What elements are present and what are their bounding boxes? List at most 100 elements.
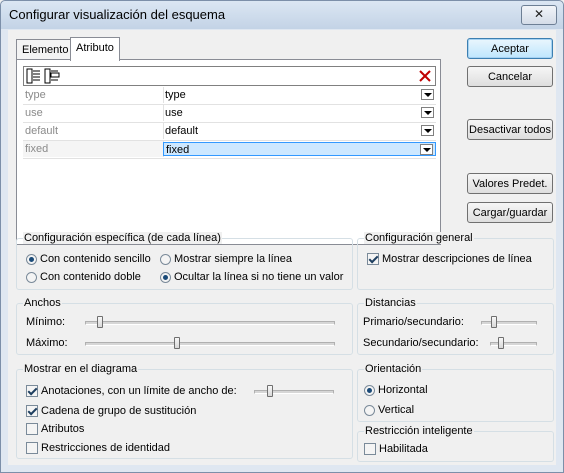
slider-thumb[interactable] xyxy=(491,316,497,328)
primary-secondary-slider[interactable] xyxy=(481,316,537,328)
horizontal-label: Horizontal xyxy=(378,384,428,396)
delete-icon[interactable] xyxy=(417,68,433,84)
substitution-label: Cadena de grupo de sustitución xyxy=(41,405,197,417)
attribute-row-fixed[interactable]: fixed fixed xyxy=(23,141,436,159)
max-width-slider[interactable] xyxy=(85,337,335,349)
checkbox-checked[interactable] xyxy=(367,253,379,266)
checkbox-unchecked[interactable] xyxy=(364,443,376,456)
tab-elemento[interactable]: Elemento xyxy=(16,39,75,60)
hide-if-no-value-radio[interactable]: Ocultar la línea si no tiene un valor xyxy=(160,270,343,284)
chevron-down-icon[interactable] xyxy=(421,107,434,118)
checkbox-checked[interactable] xyxy=(26,385,38,398)
slider-thumb[interactable] xyxy=(498,337,504,349)
enabled-checkbox[interactable]: Habilitada xyxy=(364,442,428,456)
identity-label: Restricciones de identidad xyxy=(41,442,171,454)
attribute-value: fixed xyxy=(166,144,190,156)
vertical-label: Vertical xyxy=(378,404,415,416)
slider-track xyxy=(85,342,335,346)
show-descriptions-checkbox[interactable]: Mostrar descripciones de línea xyxy=(367,252,532,266)
annotations-checkbox[interactable]: Anotaciones, con un límite de ancho de: xyxy=(26,384,237,398)
tab-elemento-label: Elemento xyxy=(22,44,69,56)
smart-restriction-title: Restricción inteligente xyxy=(364,425,474,437)
radio-on[interactable] xyxy=(160,271,171,283)
attribute-value: default xyxy=(165,125,199,137)
checkbox-unchecked[interactable] xyxy=(26,442,38,455)
attribute-row-default[interactable]: default default xyxy=(23,123,436,141)
with-double-label: Con contenido doble xyxy=(40,271,141,283)
checkbox-unchecked[interactable] xyxy=(26,423,38,436)
secondary-secondary-slider[interactable] xyxy=(490,337,537,349)
attribute-name: fixed xyxy=(23,141,164,157)
window-title: Configurar visualización del esquema xyxy=(9,7,226,22)
min-width-slider[interactable] xyxy=(85,316,335,328)
orientation-group: Orientación Horizontal Vertical xyxy=(357,363,554,422)
always-show-label: Mostrar siempre la línea xyxy=(174,253,292,265)
with-simple-label: Con contenido sencillo xyxy=(40,253,151,265)
general-config-group: Configuración general Mostrar descripcio… xyxy=(357,232,554,290)
attribute-value: type xyxy=(165,89,186,101)
radio-off[interactable] xyxy=(364,404,375,416)
chevron-down-icon[interactable] xyxy=(421,89,434,100)
attribute-value-select[interactable]: type xyxy=(163,88,436,102)
attribute-value-select[interactable]: use xyxy=(163,106,436,120)
hide-if-no-value-label: Ocultar la línea si no tiene un valor xyxy=(174,271,344,283)
substitution-checkbox[interactable]: Cadena de grupo de sustitución xyxy=(26,404,196,418)
tab-atributo[interactable]: Atributo xyxy=(70,37,120,61)
slider-thumb[interactable] xyxy=(174,337,180,349)
load-save-button[interactable]: Cargar/guardar xyxy=(467,202,553,223)
attribute-value-select[interactable]: fixed xyxy=(163,142,436,156)
with-double-radio[interactable]: Con contenido doble xyxy=(26,270,141,284)
radio-off[interactable] xyxy=(160,253,171,265)
attribute-name: default xyxy=(23,123,164,139)
radio-on[interactable] xyxy=(26,253,37,265)
diagram-title: Mostrar en el diagrama xyxy=(23,363,139,375)
distances-group: Distancias Primario/secundario: Secundar… xyxy=(357,297,554,355)
slider-thumb[interactable] xyxy=(267,385,273,397)
line-config-title: Configuración específica (de cada línea) xyxy=(23,232,222,244)
attribute-value: use xyxy=(165,107,183,119)
dialog-window: Configurar visualización del esquema ✕ E… xyxy=(0,0,564,473)
attributes-checkbox[interactable]: Atributos xyxy=(26,422,84,436)
max-width-label: Máximo: xyxy=(26,337,68,349)
checkbox-checked[interactable] xyxy=(26,405,38,418)
line-config-group: Configuración específica (de cada línea)… xyxy=(16,232,353,290)
slider-track xyxy=(85,321,335,325)
with-simple-radio[interactable]: Con contenido sencillo xyxy=(26,252,151,266)
attribute-name: type xyxy=(23,87,164,103)
slider-track xyxy=(481,321,537,325)
attribute-value-select[interactable]: default xyxy=(163,124,436,138)
default-values-button[interactable]: Valores Predet. xyxy=(467,173,553,194)
slider-thumb[interactable] xyxy=(97,316,103,328)
attribute-row-type[interactable]: type type xyxy=(23,87,436,105)
chevron-down-icon[interactable] xyxy=(421,125,434,136)
radio-off[interactable] xyxy=(26,271,37,283)
enabled-label: Habilitada xyxy=(379,443,428,455)
radio-on[interactable] xyxy=(364,384,375,396)
annotations-label: Anotaciones, con un límite de ancho de: xyxy=(41,385,237,397)
dialog-client: Elemento Atributo type type use use defa… xyxy=(8,30,556,465)
insert-line-icon[interactable] xyxy=(44,68,60,84)
attribute-grid: type type use use default default fixed … xyxy=(23,87,436,159)
widths-title: Anchos xyxy=(23,297,62,309)
append-line-icon[interactable] xyxy=(26,68,42,84)
disable-all-button[interactable]: Desactivar todos xyxy=(467,119,553,140)
horizontal-radio[interactable]: Horizontal xyxy=(364,383,428,397)
chevron-down-icon[interactable] xyxy=(420,144,433,155)
identity-checkbox[interactable]: Restricciones de identidad xyxy=(26,441,170,455)
slider-track xyxy=(254,390,334,394)
title-bar[interactable]: Configurar visualización del esquema ✕ xyxy=(1,1,563,29)
always-show-radio[interactable]: Mostrar siempre la línea xyxy=(160,252,292,266)
close-icon: ✕ xyxy=(533,7,545,21)
secondary-secondary-label: Secundario/secundario: xyxy=(363,337,479,349)
annotations-width-slider[interactable] xyxy=(254,385,334,397)
attribute-row-use[interactable]: use use xyxy=(23,105,436,123)
close-button[interactable]: ✕ xyxy=(521,5,557,25)
smart-restriction-group: Restricción inteligente Habilitada xyxy=(357,425,554,462)
cancel-button[interactable]: Cancelar xyxy=(467,66,553,87)
attributes-label: Atributos xyxy=(41,423,85,435)
distances-title: Distancias xyxy=(364,297,417,309)
attribute-toolbar xyxy=(23,66,436,86)
vertical-radio[interactable]: Vertical xyxy=(364,403,414,417)
accept-button[interactable]: Aceptar xyxy=(467,38,553,59)
attribute-name: use xyxy=(23,105,164,121)
